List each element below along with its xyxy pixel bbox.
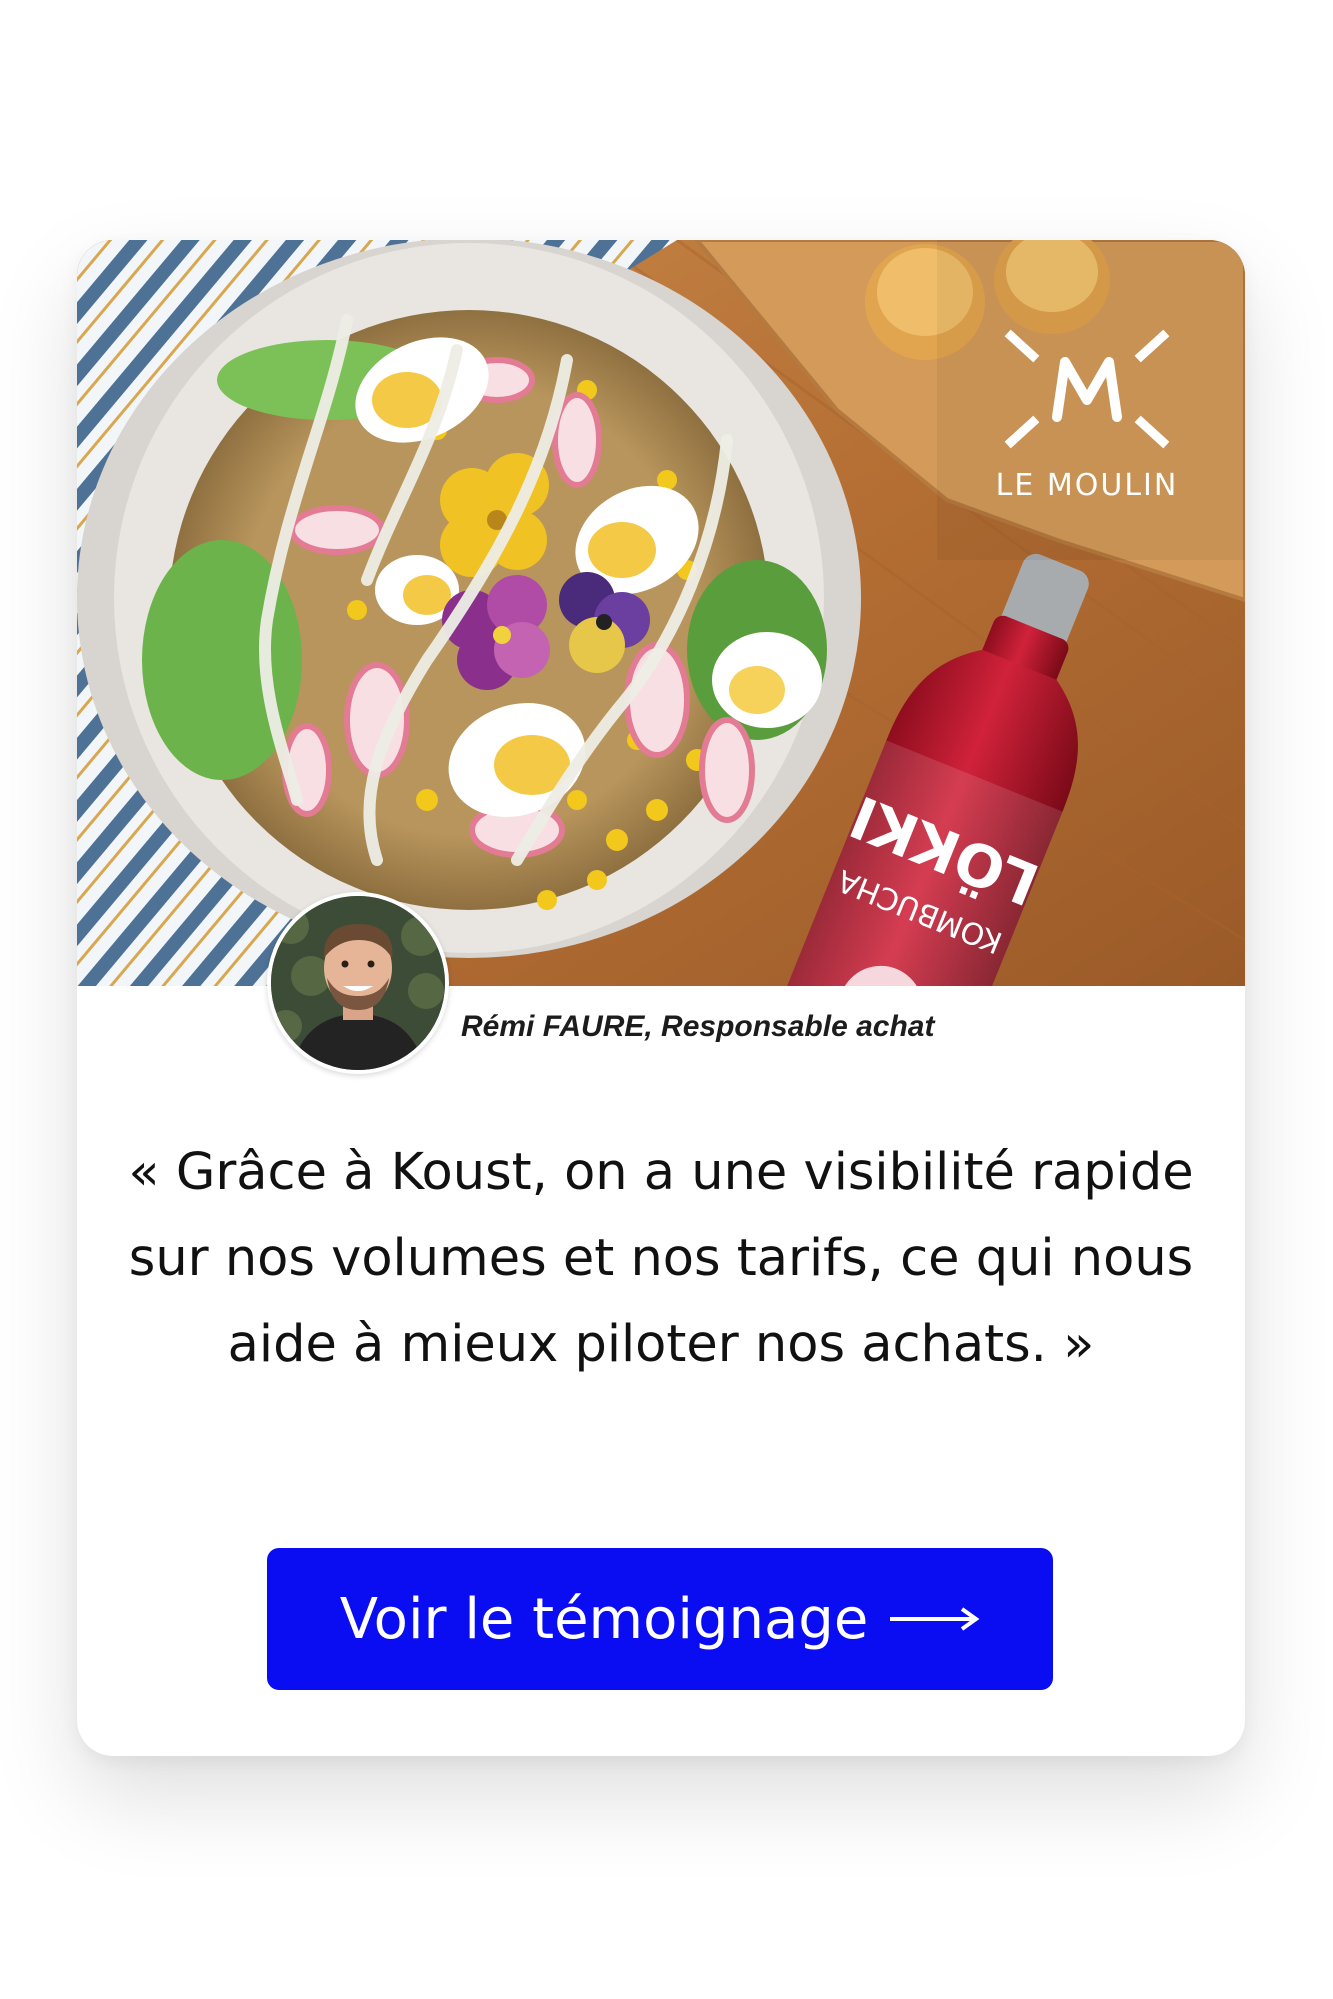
hero-photo: LÖKKI KOMBUCHA LE MOULIN — [77, 240, 1245, 986]
avatar — [267, 892, 449, 1074]
see-testimonial-button[interactable]: Voir le témoignage — [267, 1548, 1053, 1690]
brand-logo: LE MOULIN — [967, 292, 1207, 532]
brand-name: LE MOULIN — [995, 468, 1179, 503]
testimonial-quote: « Grâce à Koust, on a une visibilité rap… — [128, 1143, 1194, 1374]
author-name: Rémi FAURE, Responsable achat — [461, 1010, 935, 1043]
see-testimonial-label: Voir le témoignage — [339, 1586, 869, 1652]
testimonial-card: LÖKKI KOMBUCHA LE MOULIN Rémi FAURE, Res… — [77, 240, 1245, 1756]
arrow-right-icon — [890, 1607, 980, 1631]
person-portrait-illustration — [271, 896, 445, 1070]
moulin-sun-icon — [1004, 329, 1170, 449]
